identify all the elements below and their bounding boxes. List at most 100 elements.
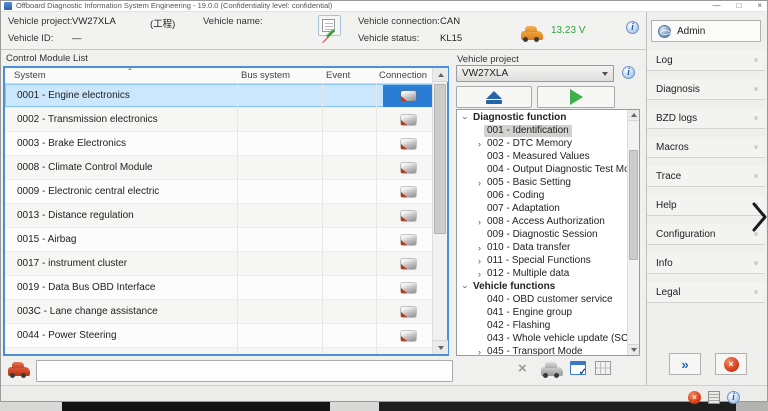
chevron-down-icon[interactable]: › (461, 282, 471, 291)
table-row[interactable]: 0017 - instrument cluster (5, 252, 432, 276)
vehicle-project-select[interactable]: VW27XLA (456, 65, 614, 82)
edit-vehicle-name-button[interactable] (318, 15, 341, 36)
connection-cell[interactable] (383, 85, 432, 107)
connection-cell[interactable] (384, 306, 432, 318)
connection-cell[interactable] (384, 330, 432, 342)
exit-button[interactable]: × (715, 353, 747, 375)
info-icon[interactable]: i (626, 21, 639, 34)
expand-chevron-icon[interactable]: » (751, 261, 761, 265)
sidebar-item-diagnosis[interactable]: Diagnosis» (647, 79, 765, 100)
tree-group[interactable]: ›Vehicle functions (457, 280, 627, 293)
column-header-bus-system[interactable]: Bus system (241, 70, 290, 81)
start-diagnosis-button[interactable] (537, 86, 615, 108)
scroll-down-icon[interactable] (628, 344, 640, 355)
more-button[interactable]: » (669, 353, 701, 375)
window-check-icon[interactable]: ✓ (570, 361, 586, 375)
tree-item[interactable]: 006 - Coding (457, 189, 627, 202)
chevron-right-icon[interactable]: › (475, 217, 484, 227)
scrollbar-thumb[interactable] (434, 84, 446, 234)
tree-item[interactable]: 007 - Adaptation (457, 202, 627, 215)
tools-icon[interactable]: × (518, 360, 527, 378)
tree-item[interactable]: ›008 - Access Authorization (457, 215, 627, 228)
column-header-event[interactable]: Event (326, 70, 350, 81)
tree-item[interactable]: 009 - Diagnostic Session (457, 228, 627, 241)
tree-item[interactable]: ›011 - Special Functions (457, 254, 627, 267)
chevron-right-icon[interactable]: › (475, 269, 484, 279)
chevron-right-icon[interactable]: › (475, 347, 484, 356)
tree-item[interactable]: ›005 - Basic Setting (457, 176, 627, 189)
scroll-down-icon[interactable] (433, 340, 448, 354)
connection-cell[interactable] (384, 162, 432, 174)
connection-cell[interactable] (384, 234, 432, 246)
grid-view-icon[interactable] (595, 361, 611, 375)
chevron-down-icon[interactable]: › (461, 113, 471, 122)
maximize-button[interactable]: □ (736, 0, 741, 11)
table-row[interactable]: 0044 - Power Steering (5, 324, 432, 348)
tree-item[interactable]: 040 - OBD customer service (457, 293, 627, 306)
chevron-right-icon[interactable]: › (475, 256, 484, 266)
expand-chevron-icon[interactable]: » (751, 145, 761, 149)
table-scrollbar[interactable] (432, 68, 447, 354)
scrollbar-thumb[interactable] (629, 150, 638, 260)
sidebar-item-configuration[interactable]: Configuration» (647, 224, 765, 245)
expand-chevron-icon[interactable]: » (751, 116, 761, 120)
connection-cell[interactable] (384, 258, 432, 270)
tree-item[interactable]: ›010 - Data transfer (457, 241, 627, 254)
table-row[interactable]: 0009 - Electronic central electric (5, 180, 432, 204)
disconnect-button[interactable] (456, 86, 532, 108)
tree-item[interactable]: 043 - Whole vehicle update (SOD) (457, 332, 627, 345)
tray-close-icon[interactable]: × (688, 391, 701, 404)
tree-item[interactable]: 001 - Identification (457, 124, 627, 137)
tray-info-icon[interactable]: i (727, 391, 740, 404)
minimize-button[interactable]: — (712, 0, 720, 11)
table-row[interactable]: 0015 - Airbag (5, 228, 432, 252)
tree-scrollbar[interactable] (627, 110, 639, 355)
tree-item[interactable]: ›012 - Multiple data (457, 267, 627, 280)
table-row[interactable]: 0047 - Sound system (5, 348, 432, 354)
sidebar-item-log[interactable]: Log» (647, 50, 765, 71)
sidebar-item-trace[interactable]: Trace» (647, 166, 765, 187)
expand-chevron-icon[interactable]: » (751, 290, 761, 294)
expand-chevron-icon[interactable]: » (751, 174, 761, 178)
sidebar-item-macros[interactable]: Macros» (647, 137, 765, 158)
admin-button[interactable]: Admin (651, 20, 761, 42)
table-row[interactable]: 0008 - Climate Control Module (5, 156, 432, 180)
panel-expand-arrow-icon[interactable] (751, 202, 768, 237)
connection-cell[interactable] (384, 114, 432, 126)
table-row[interactable]: 003C - Lane change assistance (5, 300, 432, 324)
table-row[interactable]: 0013 - Distance regulation (5, 204, 432, 228)
table-row[interactable]: 0001 - Engine electronics (5, 84, 432, 108)
sidebar-item-bzd-logs[interactable]: BZD logs» (647, 108, 765, 129)
sidebar-item-legal[interactable]: Legal» (647, 282, 765, 303)
project-info-icon[interactable]: i (622, 66, 635, 79)
car-tool-icon[interactable] (541, 367, 563, 376)
tree-item[interactable]: ›045 - Transport Mode (457, 345, 627, 355)
chevron-right-icon[interactable]: › (475, 178, 484, 188)
column-header-connection[interactable]: Connection (379, 70, 427, 81)
table-row[interactable]: 0003 - Brake Electronics (5, 132, 432, 156)
tray-certificate-icon[interactable] (708, 391, 720, 404)
connection-cell[interactable] (384, 186, 432, 198)
tree-item[interactable]: 042 - Flashing (457, 319, 627, 332)
expand-chevron-icon[interactable]: » (751, 58, 761, 62)
scroll-up-icon[interactable] (628, 110, 640, 121)
chevron-right-icon[interactable]: › (475, 139, 484, 149)
connection-cell[interactable] (384, 138, 432, 150)
sidebar-item-help[interactable]: Help» (647, 195, 765, 216)
table-row[interactable]: 0019 - Data Bus OBD Interface (5, 276, 432, 300)
tree-item[interactable]: 004 - Output Diagnostic Test Mode (457, 163, 627, 176)
column-header-system[interactable]: System (14, 70, 46, 81)
connection-cell[interactable] (384, 282, 432, 294)
expand-chevron-icon[interactable]: » (751, 87, 761, 91)
connection-cell[interactable] (384, 210, 432, 222)
close-button[interactable]: × (757, 0, 762, 11)
tree-group[interactable]: ›Diagnostic function (457, 111, 627, 124)
chevron-right-icon[interactable]: › (475, 243, 484, 253)
table-row[interactable]: 0002 - Transmission electronics (5, 108, 432, 132)
tree-item[interactable]: ›002 - DTC Memory (457, 137, 627, 150)
status-input[interactable] (36, 360, 453, 382)
tree-item[interactable]: 041 - Engine group (457, 306, 627, 319)
tree-item[interactable]: 003 - Measured Values (457, 150, 627, 163)
scroll-up-icon[interactable] (433, 68, 448, 82)
sidebar-item-info[interactable]: Info» (647, 253, 765, 274)
